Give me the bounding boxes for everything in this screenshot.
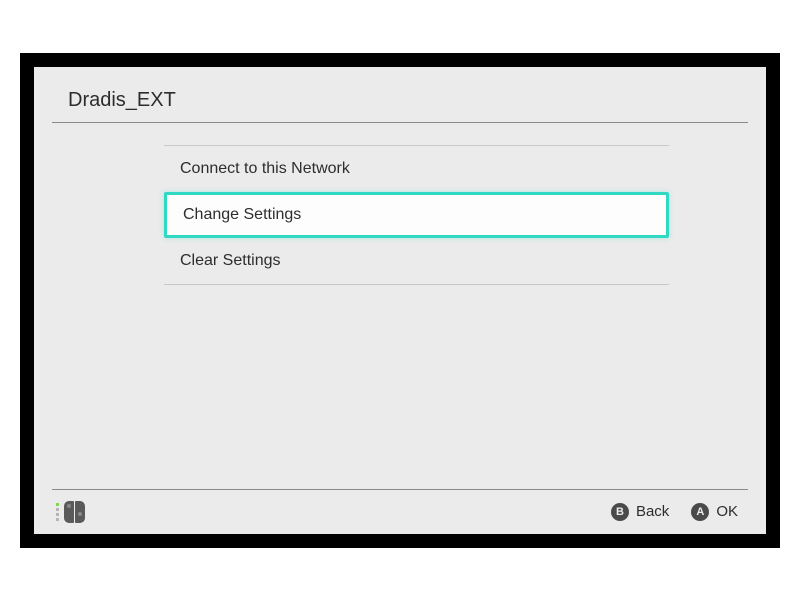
joycon-icon <box>64 501 85 523</box>
menu-item-label: Clear Settings <box>180 252 281 270</box>
screen: Dradis_EXT Connect to this Network Chang… <box>34 67 766 534</box>
ok-button[interactable]: A OK <box>691 503 738 521</box>
menu-item-connect[interactable]: Connect to this Network <box>164 146 669 192</box>
content-area: Connect to this Network Change Settings … <box>34 123 766 489</box>
controller-icon <box>56 501 85 523</box>
back-button[interactable]: B Back <box>611 503 669 521</box>
console-frame: Dradis_EXT Connect to this Network Chang… <box>20 53 780 548</box>
menu-divider <box>164 284 669 285</box>
b-button-icon: B <box>611 503 629 521</box>
footer-buttons: B Back A OK <box>611 503 738 521</box>
header: Dradis_EXT <box>34 67 766 122</box>
page-title: Dradis_EXT <box>68 89 732 112</box>
a-button-icon: A <box>691 503 709 521</box>
signal-dots <box>56 503 59 521</box>
menu-item-change-settings[interactable]: Change Settings <box>164 192 669 238</box>
menu-item-clear-settings[interactable]: Clear Settings <box>164 238 669 284</box>
menu-list: Connect to this Network Change Settings … <box>164 145 669 285</box>
back-label: Back <box>636 503 669 520</box>
menu-item-label: Connect to this Network <box>180 160 350 178</box>
menu-item-label: Change Settings <box>183 206 301 224</box>
ok-label: OK <box>716 503 738 520</box>
footer: B Back A OK <box>34 490 766 534</box>
